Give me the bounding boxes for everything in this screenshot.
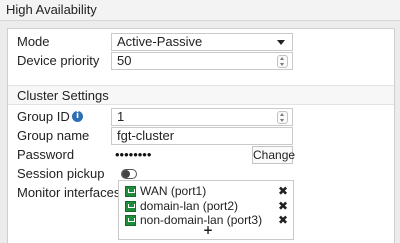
mode-select-value: Active-Passive [117, 34, 203, 49]
group-name-label: Group name [17, 128, 90, 143]
ha-settings-panel: Mode Active-Passive Device priority i 50… [7, 28, 395, 243]
cluster-settings-title: Cluster Settings [17, 88, 109, 103]
password-value: •••••••• [115, 147, 152, 162]
network-port-icon [125, 201, 136, 212]
spinner-icon[interactable] [277, 55, 288, 68]
interface-label: WAN (port1) [140, 184, 207, 198]
mode-label: Mode [17, 34, 50, 49]
device-priority-label: Device priority [17, 53, 100, 68]
cluster-settings-header: Cluster Settings [8, 85, 394, 105]
close-icon[interactable]: ✖ [278, 184, 288, 198]
device-priority-value: 50 [117, 53, 132, 68]
group-name-value: fgt-cluster [117, 128, 175, 143]
monitor-interfaces-list[interactable]: WAN (port1) ✖ domain-lan (port2) ✖ non-d… [118, 180, 294, 240]
interface-label: domain-lan (port2) [140, 199, 239, 213]
session-pickup-toggle[interactable] [121, 169, 137, 179]
list-item[interactable]: WAN (port1) ✖ [125, 184, 293, 198]
network-port-icon [125, 186, 136, 197]
change-password-button[interactable]: Change [252, 146, 295, 164]
group-id-label: Group ID [17, 109, 70, 124]
close-icon[interactable]: ✖ [278, 199, 288, 213]
info-icon[interactable]: i [72, 111, 83, 122]
monitor-interfaces-label: Monitor interfaces [17, 185, 121, 200]
interface-label: non-domain-lan (port3) [140, 213, 263, 227]
spinner-icon[interactable] [277, 111, 288, 124]
window-title-bar: High Availability [0, 0, 400, 21]
list-item[interactable]: domain-lan (port2) ✖ [125, 199, 293, 213]
window-title: High Availability [6, 2, 97, 17]
plus-icon[interactable]: + [203, 223, 213, 237]
chevron-down-icon [277, 40, 285, 45]
network-port-icon [125, 215, 136, 226]
group-id-input[interactable]: 1 [111, 108, 293, 126]
close-icon[interactable]: ✖ [278, 213, 288, 227]
group-id-value: 1 [117, 109, 125, 124]
password-label: Password [17, 147, 75, 162]
group-name-input[interactable]: fgt-cluster [111, 127, 293, 145]
mode-select[interactable]: Active-Passive [111, 33, 293, 51]
session-pickup-label: Session pickup [17, 166, 105, 181]
device-priority-input[interactable]: 50 [111, 52, 293, 70]
toggle-knob [122, 170, 130, 178]
